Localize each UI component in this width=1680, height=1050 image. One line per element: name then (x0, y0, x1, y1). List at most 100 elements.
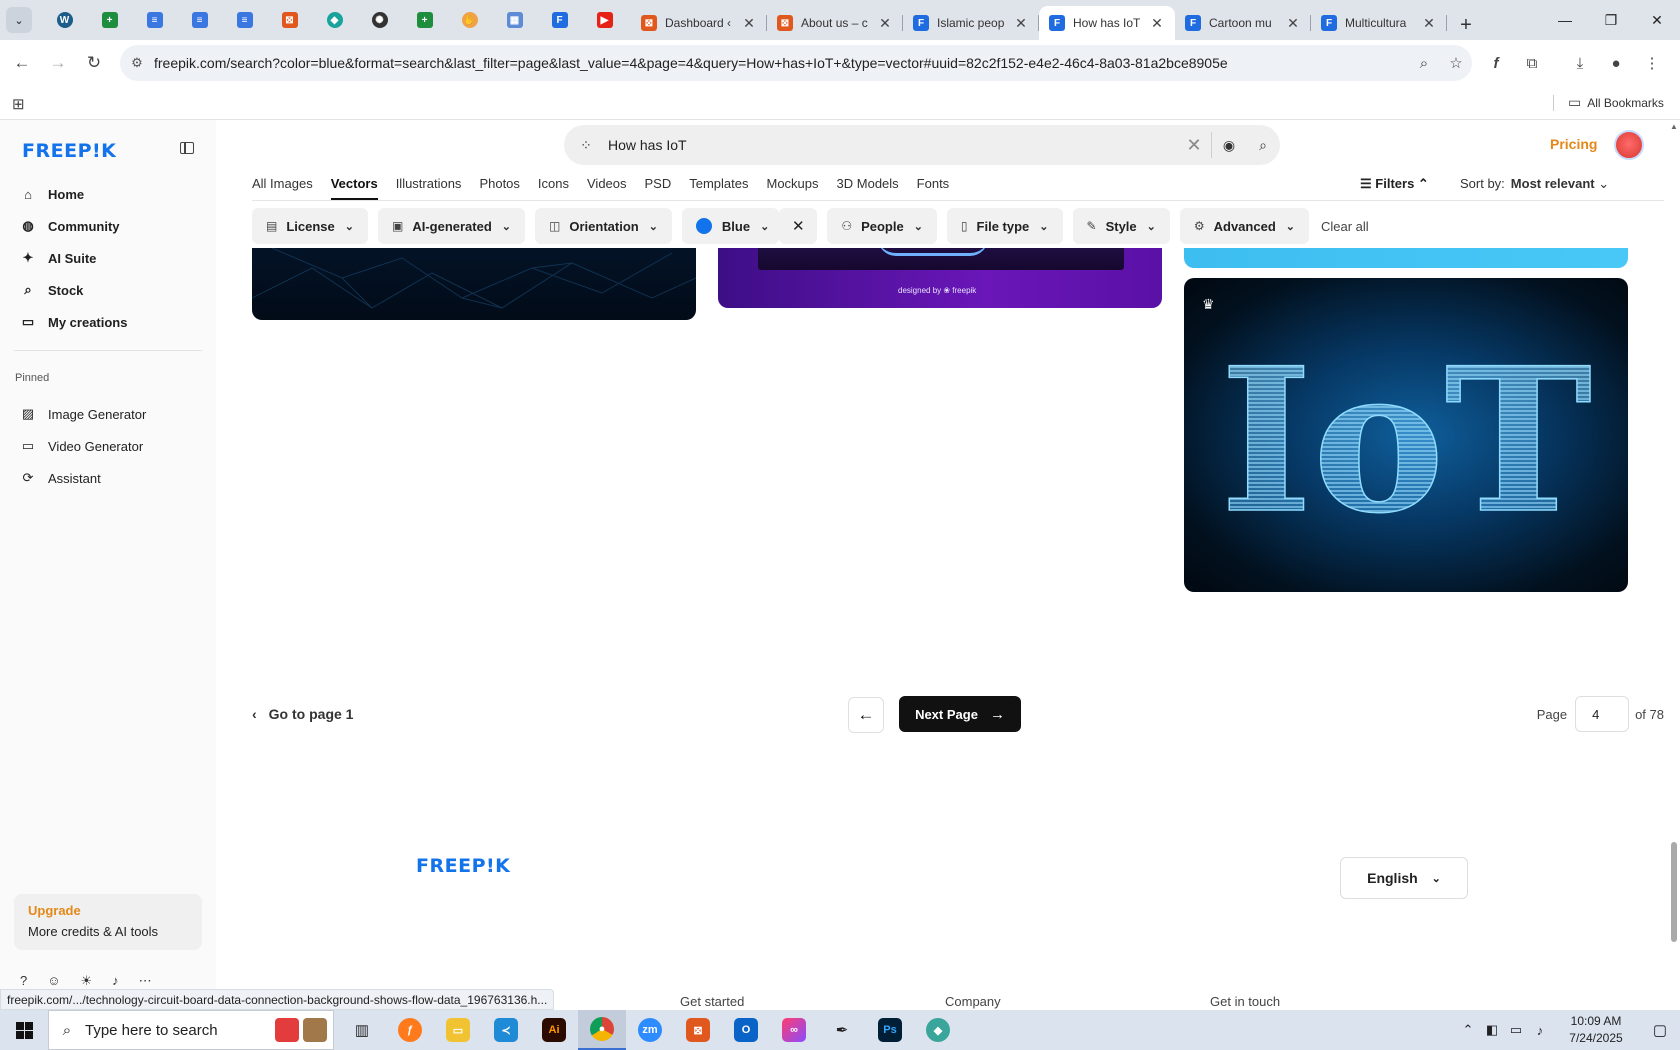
color-filter[interactable]: Blue ⌄ (681, 208, 780, 244)
license-filter[interactable]: ▤ License ⌄ (252, 208, 368, 244)
pinned-tab-chatgpt[interactable]: ✺ (357, 0, 402, 40)
close-window-icon[interactable]: ✕ (1634, 0, 1680, 40)
browser-tab[interactable]: ⊠ Dashboard ‹ ✕ (631, 6, 767, 40)
page-number-input[interactable] (1575, 696, 1630, 732)
remove-color-filter-button[interactable]: ✕ (779, 208, 818, 244)
pinned-tab-xampp[interactable]: ⊠ (267, 0, 312, 40)
volume-icon[interactable]: ♪ (1528, 1023, 1552, 1038)
footer-logo[interactable]: FREEP!K (416, 855, 510, 877)
taskbar-vscode[interactable]: ≺ (482, 1010, 530, 1050)
taskbar-search-input[interactable]: Type here to search (85, 1022, 263, 1039)
image-card-iot[interactable]: ♛ IoT IoT (1184, 278, 1628, 592)
site-info-icon[interactable]: ⚙ (120, 55, 154, 71)
go-to-first-page[interactable]: ‹ Go to page 1 (252, 706, 353, 722)
clear-all-button[interactable]: Clear all (1321, 219, 1369, 234)
browser-tab[interactable]: ⊠ About us – c ✕ (767, 6, 903, 40)
minimize-icon[interactable]: — (1542, 0, 1588, 40)
style-filter[interactable]: ✎ Style ⌄ (1072, 208, 1170, 244)
taskbar-photoshop[interactable]: Ps (866, 1010, 914, 1050)
upgrade-card[interactable]: Upgrade More credits & AI tools (14, 894, 202, 950)
tab-mockups[interactable]: Mockups (767, 172, 819, 200)
start-button[interactable] (0, 1010, 48, 1050)
sort-dropdown[interactable]: Sort by: Most relevant ⌄ (1460, 176, 1609, 192)
chevron-up-icon[interactable]: ⌃ (1456, 1022, 1480, 1038)
reload-icon[interactable]: ↻ (76, 45, 112, 81)
pinned-tab-sheets-2[interactable]: + (402, 0, 447, 40)
new-tab-button[interactable]: + (1451, 10, 1481, 40)
pinned-tab-docs-3[interactable]: ≡ (222, 0, 267, 40)
next-page-button[interactable]: Next Page → (899, 696, 1021, 732)
more-icon[interactable]: ⋯ (139, 973, 152, 989)
pinned-tab-app[interactable]: ◆ (312, 0, 357, 40)
image-card[interactable] (1184, 248, 1628, 268)
close-tab-icon[interactable]: ✕ (741, 15, 757, 32)
url-text[interactable]: freepik.com/search?color=blue&format=sea… (154, 55, 1408, 71)
freepik-logo[interactable]: FREEP!K (22, 140, 116, 162)
sidebar-item-ai-suite[interactable]: ✦ AI Suite (14, 242, 204, 274)
tab-fonts[interactable]: Fonts (917, 172, 950, 200)
pinned-tab-forms[interactable]: F (537, 0, 582, 40)
tab-icons[interactable]: Icons (538, 172, 569, 200)
taskbar-illustrator[interactable]: Ai (530, 1010, 578, 1050)
browser-tab[interactable]: F Multicultura ✕ (1311, 6, 1447, 40)
pinned-tab-hand[interactable]: ✋ (447, 0, 492, 40)
extensions-icon[interactable]: ⧉ (1514, 45, 1550, 81)
tab-3d-models[interactable]: 3D Models (837, 172, 899, 200)
filters-button[interactable]: ☰ Filters ⌃ (1360, 176, 1429, 192)
bell-icon[interactable]: ♪ (112, 973, 119, 989)
close-tab-icon[interactable]: ✕ (1285, 15, 1301, 32)
search-input[interactable]: How has IoT (608, 137, 1177, 153)
pinned-tab-youtube[interactable]: ▶ (582, 0, 627, 40)
close-tab-icon[interactable]: ✕ (1421, 15, 1437, 32)
file-type-filter[interactable]: ▯ File type ⌄ (946, 208, 1063, 244)
browser-tab-active[interactable]: F How has IoT ✕ (1039, 6, 1175, 40)
taskbar-zoom[interactable]: zm (626, 1010, 674, 1050)
tab-search-button[interactable]: ⌄ (6, 7, 32, 33)
sidebar-item-my-creations[interactable]: ▭ My creations (14, 306, 204, 338)
scroll-up-icon[interactable]: ▲ (1670, 122, 1678, 131)
taskbar-explorer[interactable]: ▭ (434, 1010, 482, 1050)
ai-search-icon[interactable]: ⁘ (564, 137, 608, 154)
sidebar-item-home[interactable]: ⌂ Home (14, 178, 204, 210)
taskbar-outlook[interactable]: O (722, 1010, 770, 1050)
image-card[interactable] (252, 248, 696, 320)
theme-icon[interactable]: ☀ (81, 973, 93, 989)
orientation-filter[interactable]: ◫ Orientation ⌄ (535, 208, 672, 244)
discord-icon[interactable]: ☺ (47, 973, 60, 989)
pinned-tab-sheets[interactable]: + (87, 0, 132, 40)
back-icon[interactable]: ← (4, 45, 40, 81)
zoom-icon[interactable]: ⌕ (1408, 55, 1440, 72)
browser-tab[interactable]: F Islamic peop ✕ (903, 6, 1039, 40)
security-icon[interactable]: ◧ (1480, 1022, 1504, 1038)
tab-templates[interactable]: Templates (689, 172, 748, 200)
menu-icon[interactable]: ⋮ (1634, 45, 1670, 81)
scrollbar-thumb[interactable] (1671, 842, 1677, 942)
sidebar-item-assistant[interactable]: ⟳ Assistant (14, 462, 204, 494)
tab-illustrations[interactable]: Illustrations (396, 172, 462, 200)
pinned-tab-docs-2[interactable]: ≡ (177, 0, 222, 40)
profile-avatar[interactable]: ● (1598, 45, 1634, 81)
help-icon[interactable]: ? (20, 973, 27, 989)
sidebar-item-video-generator[interactable]: ▭ Video Generator (14, 430, 204, 462)
restore-icon[interactable]: ❐ (1588, 0, 1634, 40)
tab-all-images[interactable]: All Images (252, 172, 313, 200)
tab-photos[interactable]: Photos (479, 172, 519, 200)
pinned-tab-docs-1[interactable]: ≡ (132, 0, 177, 40)
pinned-tab-grid[interactable]: ▦ (492, 0, 537, 40)
taskbar-chrome[interactable]: ● (578, 1010, 626, 1050)
taskbar-app[interactable]: ◆ (914, 1010, 962, 1050)
clear-search-icon[interactable]: ✕ (1177, 135, 1211, 156)
address-bar[interactable]: ⚙ freepik.com/search?color=blue&format=s… (120, 45, 1472, 81)
sidebar-item-image-generator[interactable]: ▨ Image Generator (14, 398, 204, 430)
apps-grid-icon[interactable]: ⊞ (12, 95, 25, 113)
network-icon[interactable]: ▭ (1504, 1022, 1528, 1038)
search-icon[interactable]: ⌕ (1246, 137, 1280, 154)
camera-icon[interactable]: ◉ (1212, 137, 1246, 154)
notifications-icon[interactable]: ▢ (1640, 1021, 1680, 1039)
close-tab-icon[interactable]: ✕ (1149, 15, 1165, 32)
taskbar-pen-tool[interactable]: ✒ (818, 1010, 866, 1050)
task-view-button[interactable]: ▥ (338, 1010, 386, 1050)
taskbar-search[interactable]: ⌕ Type here to search (48, 1010, 334, 1050)
tab-videos[interactable]: Videos (587, 172, 627, 200)
pinned-tab-wordpress[interactable]: W (42, 0, 87, 40)
